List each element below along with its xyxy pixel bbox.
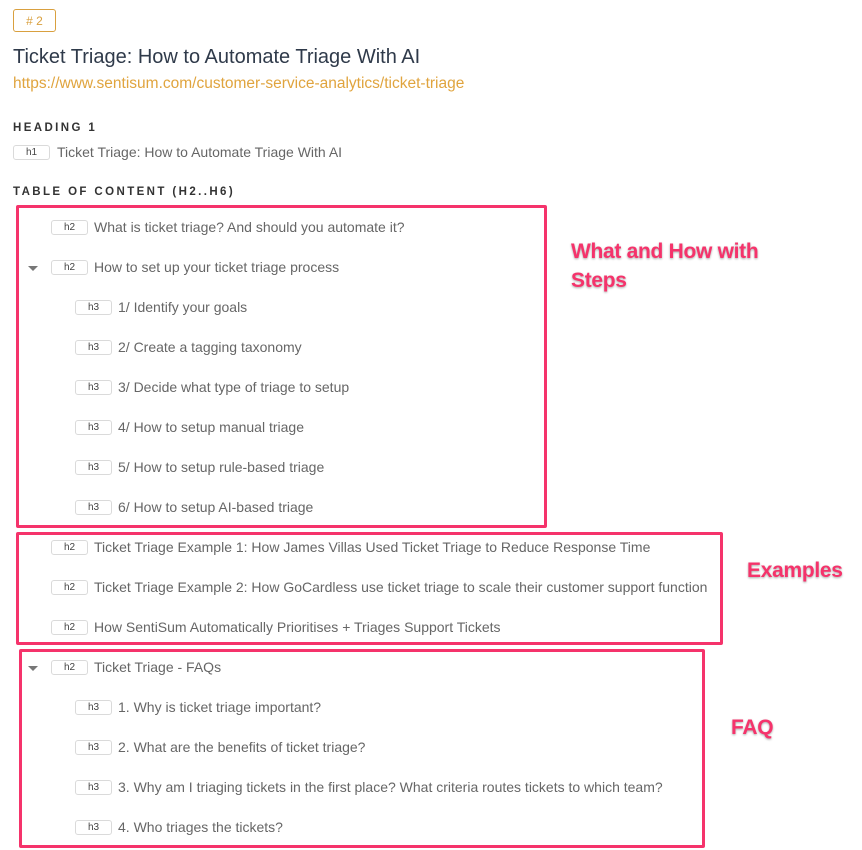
- toc-item[interactable]: h3 1. Why is ticket triage important?: [75, 697, 321, 717]
- toc-section-label: TABLE OF CONTENT (H2..H6): [13, 186, 236, 198]
- toc-item-text: How SentiSum Automatically Prioritises +…: [94, 619, 501, 635]
- toc-item-text: 2. What are the benefits of ticket triag…: [118, 739, 366, 755]
- toc-item[interactable]: h3 3. Why am I triaging tickets in the f…: [75, 777, 663, 797]
- toc-item-text: How to set up your ticket triage process: [94, 259, 340, 275]
- toc-item[interactable]: h3 2/ Create a tagging taxonomy: [75, 337, 302, 357]
- toc-item[interactable]: h2 What is ticket triage? And should you…: [51, 217, 405, 237]
- toc-item-text: 2/ Create a tagging taxonomy: [118, 339, 302, 355]
- toc-item-text: 4. Who triages the tickets?: [118, 819, 283, 835]
- heading-level-tag: h3: [75, 819, 112, 835]
- annotation-line: What and How with: [571, 240, 759, 263]
- heading-level-tag: h3: [75, 299, 112, 315]
- toc-item-text: 1. Why is ticket triage important?: [118, 699, 322, 715]
- heading1-row: h1 Ticket Triage: How to Automate Triage…: [13, 142, 342, 162]
- heading-level-tag: h2: [51, 259, 88, 275]
- toc-item-text: 3. Why am I triaging tickets in the firs…: [118, 779, 663, 795]
- toc-item[interactable]: h2 Ticket Triage Example 2: How GoCardle…: [51, 577, 707, 597]
- rank-badge: # 2: [13, 9, 56, 32]
- toc-item[interactable]: h3 2. What are the benefits of ticket tr…: [75, 737, 365, 757]
- toc-item-text: What is ticket triage? And should you au…: [94, 219, 405, 235]
- annotation-label-examples: Examples: [747, 559, 843, 582]
- heading-level-tag: h1: [13, 144, 50, 160]
- heading-level-tag: h3: [75, 739, 112, 755]
- heading-level-tag: h3: [75, 419, 112, 435]
- heading-level-tag: h2: [51, 539, 88, 555]
- toc-item-text: 1/ Identify your goals: [118, 299, 248, 315]
- toc-item[interactable]: h2 How to set up your ticket triage proc…: [51, 257, 339, 277]
- heading-level-tag: h2: [51, 659, 88, 675]
- heading-level-tag: h3: [75, 499, 112, 515]
- toc-item-text: 4/ How to setup manual triage: [118, 419, 304, 435]
- annotation-line: Steps: [571, 269, 627, 292]
- heading-level-tag: h3: [75, 339, 112, 355]
- toc-item[interactable]: h3 6/ How to setup AI-based triage: [75, 497, 313, 517]
- toc-item[interactable]: h3 4/ How to setup manual triage: [75, 417, 304, 437]
- toc-item[interactable]: h3 5/ How to setup rule-based triage: [75, 457, 324, 477]
- heading-level-tag: h2: [51, 619, 88, 635]
- heading-level-tag: h3: [75, 779, 112, 795]
- page-url-link[interactable]: https://www.sentisum.com/customer-servic…: [13, 75, 464, 93]
- heading1-text: Ticket Triage: How to Automate Triage Wi…: [57, 144, 343, 160]
- toc-item[interactable]: h3 1/ Identify your goals: [75, 297, 247, 317]
- annotation-box-what-how: [16, 205, 547, 528]
- toc-item-text: 3/ Decide what type of triage to setup: [118, 379, 350, 395]
- toc-item[interactable]: h3 4. Who triages the tickets?: [75, 817, 283, 837]
- toc-item-text: 6/ How to setup AI-based triage: [118, 499, 314, 515]
- annotation-label-faq: FAQ: [731, 716, 774, 739]
- heading-level-tag: h3: [75, 699, 112, 715]
- toc-item[interactable]: h3 3/ Decide what type of triage to setu…: [75, 377, 349, 397]
- toc-item[interactable]: h2 Ticket Triage Example 1: How James Vi…: [51, 537, 650, 557]
- toc-item[interactable]: h2 Ticket Triage - FAQs: [51, 657, 221, 677]
- toc-item-text: Ticket Triage - FAQs: [94, 659, 222, 675]
- collapse-caret-icon[interactable]: [28, 266, 38, 271]
- heading1-section-label: HEADING 1: [13, 122, 98, 134]
- toc-item-text: 5/ How to setup rule-based triage: [118, 459, 325, 475]
- heading-level-tag: h2: [51, 579, 88, 595]
- annotation-label-what-how: What and How with Steps: [571, 237, 759, 295]
- collapse-caret-icon[interactable]: [28, 666, 38, 671]
- heading-level-tag: h2: [51, 219, 88, 235]
- toc-item[interactable]: h2 How SentiSum Automatically Prioritise…: [51, 617, 501, 637]
- toc-item-text: Ticket Triage Example 2: How GoCardless …: [94, 579, 708, 595]
- toc-item-text: Ticket Triage Example 1: How James Villa…: [94, 539, 651, 555]
- heading-level-tag: h3: [75, 379, 112, 395]
- page-title: Ticket Triage: How to Automate Triage Wi…: [13, 46, 421, 68]
- heading-level-tag: h3: [75, 459, 112, 475]
